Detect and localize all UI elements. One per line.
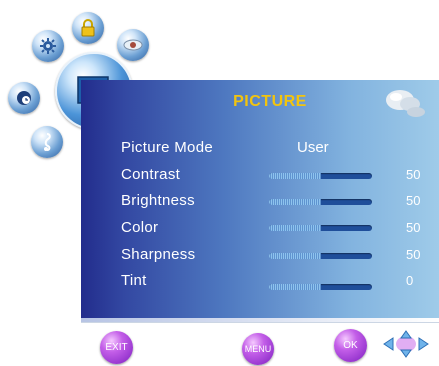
contrast-label: Contrast bbox=[121, 166, 181, 183]
sharpness-slider[interactable] bbox=[269, 253, 372, 259]
tint-slider[interactable] bbox=[269, 284, 372, 290]
ok-button[interactable]: OK bbox=[334, 329, 367, 362]
time-category-orb[interactable] bbox=[8, 82, 40, 114]
picture-mode-value[interactable]: User bbox=[297, 139, 329, 156]
tint-value: 0 bbox=[406, 273, 414, 288]
clock-icon bbox=[17, 91, 31, 105]
color-value: 50 bbox=[406, 220, 421, 235]
contrast-value: 50 bbox=[406, 167, 421, 182]
sound-category-orb[interactable] bbox=[31, 126, 63, 158]
sharpness-slider-fill bbox=[269, 253, 321, 259]
clouds-icon bbox=[386, 90, 425, 117]
arrow-pad-icon[interactable] bbox=[382, 330, 430, 358]
sharpness-value: 50 bbox=[406, 247, 421, 262]
brightness-slider-fill bbox=[269, 199, 321, 205]
eye-icon bbox=[123, 39, 143, 51]
exit-button-label: EXIT bbox=[105, 342, 128, 353]
brightness-value: 50 bbox=[406, 193, 421, 208]
setup-category-orb[interactable] bbox=[32, 30, 64, 62]
color-slider[interactable] bbox=[269, 225, 372, 231]
lock-category-orb[interactable] bbox=[72, 12, 104, 44]
ok-button-label: OK bbox=[343, 340, 358, 351]
color-slider-fill bbox=[269, 225, 321, 231]
brightness-label: Brightness bbox=[121, 192, 195, 209]
menu-title: PICTURE bbox=[233, 93, 307, 110]
music-note-icon bbox=[44, 133, 51, 151]
menu-button-label: MENU bbox=[244, 344, 272, 354]
brightness-slider[interactable] bbox=[269, 199, 372, 205]
sharpness-label: Sharpness bbox=[121, 246, 196, 263]
exit-button[interactable]: EXIT bbox=[100, 331, 133, 364]
lock-icon bbox=[81, 19, 95, 37]
contrast-slider-fill bbox=[269, 173, 321, 179]
color-label: Color bbox=[121, 219, 159, 236]
tint-slider-fill bbox=[269, 284, 321, 290]
menu-button[interactable]: MENU bbox=[242, 333, 274, 365]
tint-label: Tint bbox=[121, 272, 147, 289]
display-category-orb[interactable] bbox=[117, 29, 149, 61]
gear-icon bbox=[40, 38, 56, 54]
contrast-slider[interactable] bbox=[269, 173, 372, 179]
picture-mode-label: Picture Mode bbox=[121, 139, 213, 156]
